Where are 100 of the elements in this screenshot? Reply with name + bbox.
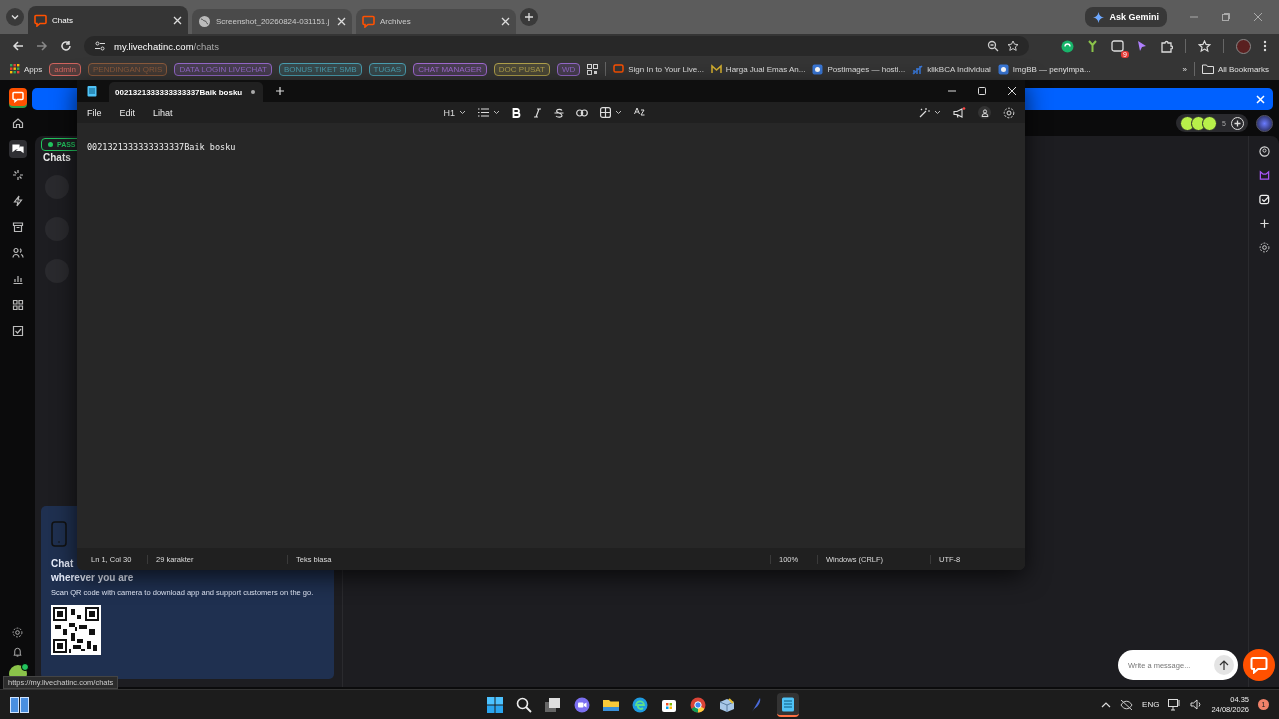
- chevron-up-icon[interactable]: [1101, 701, 1112, 708]
- circle-square-icon: [812, 63, 824, 75]
- search-icon[interactable]: [516, 696, 532, 713]
- bookmark-link[interactable]: Postimages — hosti...: [812, 63, 906, 75]
- new-tab-button[interactable]: [520, 8, 538, 26]
- italic-icon[interactable]: [533, 107, 542, 118]
- caret-icon: [615, 110, 622, 115]
- menu-item[interactable]: Lihat: [153, 107, 173, 118]
- bookmark-link[interactable]: ImgBB — penyimpa...: [997, 63, 1091, 75]
- list-dropdown[interactable]: [478, 108, 500, 117]
- settings-icon[interactable]: [1258, 242, 1270, 253]
- browser-tab[interactable]: Screenshot_20260824-031151.j: [192, 9, 352, 34]
- chat-bubble-icon: [362, 15, 375, 28]
- sparkle-icon: [11, 169, 24, 181]
- app-logo[interactable]: [8, 88, 27, 106]
- checkbox-icon[interactable]: [1258, 194, 1270, 205]
- link-icon[interactable]: [576, 108, 588, 117]
- plus-icon: [524, 12, 534, 22]
- network-icon[interactable]: [1168, 698, 1182, 711]
- site-settings-icon[interactable]: [94, 40, 106, 52]
- task-view-icon[interactable]: [545, 696, 561, 713]
- apps-bookmark[interactable]: Apps: [10, 64, 43, 74]
- back-icon[interactable]: [12, 40, 24, 52]
- magic-wand-icon: [918, 106, 930, 119]
- profile-avatar[interactable]: [1236, 38, 1251, 54]
- menu-item[interactable]: Edit: [119, 107, 136, 118]
- check-icon: [11, 325, 24, 337]
- star-icon[interactable]: [1007, 40, 1019, 52]
- inbox-icon[interactable]: [1258, 170, 1270, 181]
- app-box-icon[interactable]: [719, 696, 735, 713]
- ask-gemini-button[interactable]: Ask Gemini: [1085, 7, 1167, 27]
- promo-title: wherever you are: [51, 571, 134, 585]
- phone-icon: [51, 521, 67, 547]
- letter-m-icon: [710, 63, 722, 75]
- reload-icon[interactable]: [60, 40, 72, 52]
- qr-code-icon[interactable]: [587, 63, 599, 75]
- bookmark-link[interactable]: Sign In to Your Live...: [613, 63, 704, 75]
- circle-square-icon: [997, 63, 1009, 75]
- spellcheck-icon[interactable]: [634, 107, 646, 118]
- bell-icon[interactable]: [12, 646, 23, 657]
- video-chat-icon[interactable]: [574, 696, 590, 713]
- cursor-icon[interactable]: [1136, 40, 1148, 52]
- settings-icon[interactable]: [1003, 106, 1015, 119]
- new-tab-icon[interactable]: [275, 86, 285, 96]
- caret-icon: [934, 110, 941, 115]
- browser-tab[interactable]: Archives: [356, 9, 516, 34]
- more-bookmarks-button[interactable]: »: [1182, 64, 1187, 74]
- document-tab[interactable]: 0021321333333333337Baik bosku: [109, 82, 263, 102]
- people-icon: [11, 247, 24, 259]
- heading-dropdown[interactable]: H1: [443, 107, 466, 118]
- address-bar[interactable]: my.livechatinc.com/chats: [84, 36, 1029, 56]
- volume-icon[interactable]: [1190, 699, 1203, 710]
- bookmark-link[interactable]: klikBCA Individual: [912, 63, 991, 75]
- strikethrough-icon[interactable]: [554, 107, 564, 118]
- puzzle-icon[interactable]: [1160, 39, 1173, 53]
- megaphone-icon[interactable]: [953, 106, 966, 119]
- copilot-dropdown[interactable]: [918, 106, 941, 119]
- all-bookmarks-button[interactable]: All Bookmarks: [1201, 64, 1269, 74]
- browser-icon[interactable]: [690, 696, 706, 713]
- widgets-icon[interactable]: [10, 696, 29, 713]
- online-dot: [20, 663, 29, 671]
- account-icon[interactable]: [978, 106, 991, 119]
- caret-icon: [459, 110, 466, 115]
- bookmark-star-icon[interactable]: [1198, 39, 1211, 53]
- send-button[interactable]: [1214, 655, 1234, 675]
- qr-code: [51, 605, 101, 655]
- menu-item[interactable]: File: [87, 107, 102, 118]
- add-icon[interactable]: [1231, 116, 1244, 130]
- home-icon: [11, 117, 24, 129]
- maximize-icon[interactable]: [977, 86, 987, 96]
- chats-nav-item[interactable]: [8, 140, 27, 158]
- folder-icon: [1201, 64, 1214, 74]
- caret-icon: [10, 12, 20, 22]
- notepad-taskbar-icon[interactable]: [777, 692, 799, 717]
- document-text[interactable]: 0021321333333333337Baik bosku: [87, 142, 236, 152]
- chat-bubble-icon: [34, 13, 47, 27]
- bookmark-link[interactable]: Harga Jual Emas An...: [710, 63, 806, 75]
- zoom-icon[interactable]: [987, 40, 999, 52]
- forward-icon[interactable]: [36, 40, 48, 52]
- chats-icon: [11, 143, 24, 155]
- bold-icon[interactable]: [512, 107, 521, 118]
- assistant-orb-icon[interactable]: [1256, 114, 1273, 132]
- language-indicator[interactable]: ENG: [1142, 700, 1160, 709]
- user-circle-icon[interactable]: [1258, 146, 1270, 157]
- extension-icon[interactable]: [1086, 39, 1099, 53]
- hidden-eye-icon[interactable]: [1120, 699, 1134, 710]
- bolt-icon: [11, 195, 24, 207]
- edge-icon[interactable]: [632, 696, 648, 713]
- menu-icon[interactable]: [1263, 40, 1267, 52]
- table-dropdown[interactable]: [600, 107, 622, 118]
- extension-icon[interactable]: [1111, 39, 1124, 53]
- extension-icon[interactable]: [1061, 39, 1074, 53]
- caret-icon: [493, 110, 500, 115]
- restore-icon[interactable]: [1221, 12, 1231, 22]
- tab-search-button[interactable]: [6, 8, 24, 26]
- settings-icon[interactable]: [12, 627, 23, 638]
- start-icon[interactable]: [487, 696, 503, 713]
- chat-bubble-icon: [1250, 656, 1268, 674]
- plus-icon[interactable]: [1258, 218, 1270, 229]
- browser-tab[interactable]: Chats: [28, 6, 188, 34]
